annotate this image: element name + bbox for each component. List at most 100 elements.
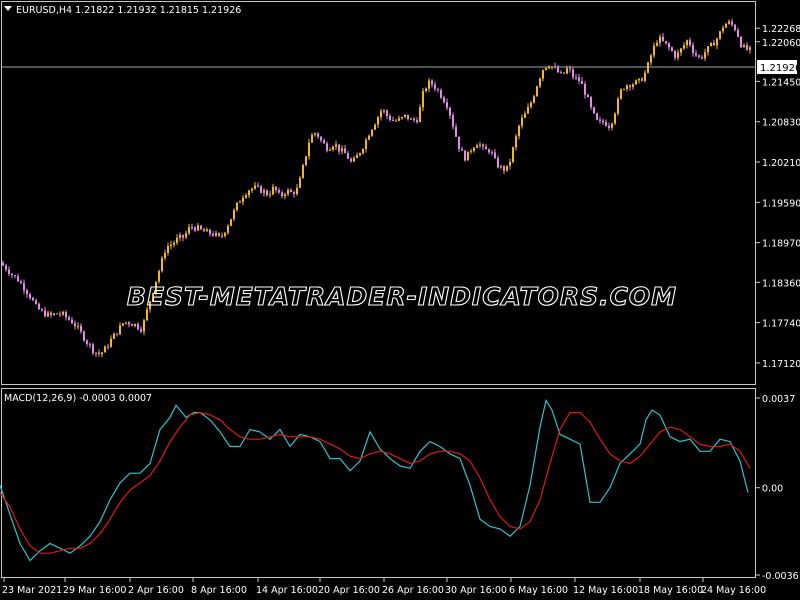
candle-body <box>605 122 607 126</box>
candle-body <box>299 177 301 188</box>
candle-body <box>200 225 202 230</box>
macd-tick-label: 0.0037 <box>762 394 795 405</box>
candle-body <box>452 115 454 127</box>
candle-body <box>86 340 88 344</box>
time-tick-label: 30 Apr 16:00 <box>445 585 507 596</box>
candle-body <box>251 188 253 191</box>
candle-body <box>479 144 481 146</box>
candle-body <box>188 227 190 234</box>
candle-body <box>740 36 742 48</box>
candle-body <box>347 153 349 159</box>
candle-body <box>68 317 70 320</box>
candle-body <box>596 113 598 120</box>
candle-body <box>737 30 739 37</box>
candle-body <box>386 110 388 116</box>
candle-body <box>509 161 511 166</box>
time-tick-label: 6 May 16:00 <box>509 585 568 596</box>
candle-body <box>707 46 709 53</box>
candle-body <box>293 192 295 195</box>
candle-body <box>29 294 31 298</box>
candle-body <box>26 290 28 295</box>
candle-body <box>485 146 487 150</box>
candle-body <box>314 133 316 135</box>
time-tick-label: 2 Apr 16:00 <box>128 585 184 596</box>
candle-body <box>734 24 736 31</box>
price-tick-label: 1.17740 <box>762 319 800 330</box>
candle-body <box>620 89 622 99</box>
candle-body <box>269 194 271 196</box>
candle-body <box>239 201 241 203</box>
candle-body <box>80 325 82 332</box>
candle-body <box>212 234 214 236</box>
current-price-label: 1.21926 <box>760 63 800 74</box>
candle-body <box>554 66 556 68</box>
candle-body <box>602 120 604 123</box>
candle-body <box>224 232 226 236</box>
candle-body <box>266 190 268 196</box>
candle-body <box>236 202 238 211</box>
candle-body <box>686 40 688 46</box>
price-tick-label: 1.22060 <box>762 38 800 49</box>
time-tick-label: 20 Apr 16:00 <box>318 585 380 596</box>
candle-body <box>566 68 568 74</box>
candle-body <box>665 41 667 44</box>
candle-body <box>584 83 586 95</box>
candle-body <box>206 229 208 232</box>
candle-body <box>92 344 94 354</box>
candle-body <box>599 119 601 121</box>
candle-body <box>134 323 136 326</box>
candle-body <box>476 145 478 148</box>
candle-body <box>56 313 58 315</box>
candle-body <box>335 144 337 147</box>
candle-body <box>635 80 637 85</box>
price-tick-label: 1.18970 <box>762 239 800 250</box>
candle-body <box>470 150 472 152</box>
candle-body <box>143 320 145 332</box>
candle-body <box>62 311 64 315</box>
candle-body <box>491 152 493 154</box>
candle-body <box>359 153 361 156</box>
candle-body <box>440 90 442 98</box>
candle-body <box>434 84 436 90</box>
candle-body <box>407 114 409 120</box>
time-tick-label: 23 Mar 2021 <box>2 585 62 596</box>
candle-body <box>278 190 280 193</box>
candle-body <box>518 125 520 137</box>
candle-body <box>428 80 430 89</box>
candle-body <box>746 45 748 50</box>
candle-body <box>140 329 142 332</box>
candle-body <box>380 110 382 118</box>
candle-body <box>524 113 526 118</box>
candle-body <box>458 136 460 150</box>
candle-body <box>629 85 631 88</box>
watermark-text: BEST-METATRADER-INDICATORS.COM <box>127 282 677 311</box>
candle-body <box>383 110 385 112</box>
candle-body <box>77 325 79 327</box>
trading-chart[interactable]: 1.22268 1.22060 1.21450 1.20830 1.20210 1.195… <box>0 0 800 600</box>
candle-body <box>389 115 391 121</box>
candle-body <box>350 158 352 162</box>
candle-body <box>704 52 706 59</box>
candle-body <box>20 281 22 284</box>
candle-body <box>194 227 196 231</box>
candle-body <box>455 126 457 137</box>
candle-body <box>191 227 193 229</box>
candle-body <box>488 149 490 153</box>
candle-body <box>209 229 211 235</box>
price-tick-label: 1.18360 <box>762 278 800 289</box>
candle-body <box>2 262 4 266</box>
candle-body <box>221 235 223 237</box>
candle-body <box>182 234 184 238</box>
candle-body <box>671 47 673 52</box>
candle-body <box>215 233 217 236</box>
candle-body <box>164 253 166 258</box>
candle-body <box>11 273 13 276</box>
candle-body <box>95 352 97 354</box>
candle-body <box>461 149 463 151</box>
candle-body <box>137 323 139 330</box>
candle-body <box>425 88 427 92</box>
candle-body <box>572 69 574 78</box>
candle-body <box>689 40 691 46</box>
candle-body <box>353 158 355 162</box>
candle-body <box>551 66 553 68</box>
